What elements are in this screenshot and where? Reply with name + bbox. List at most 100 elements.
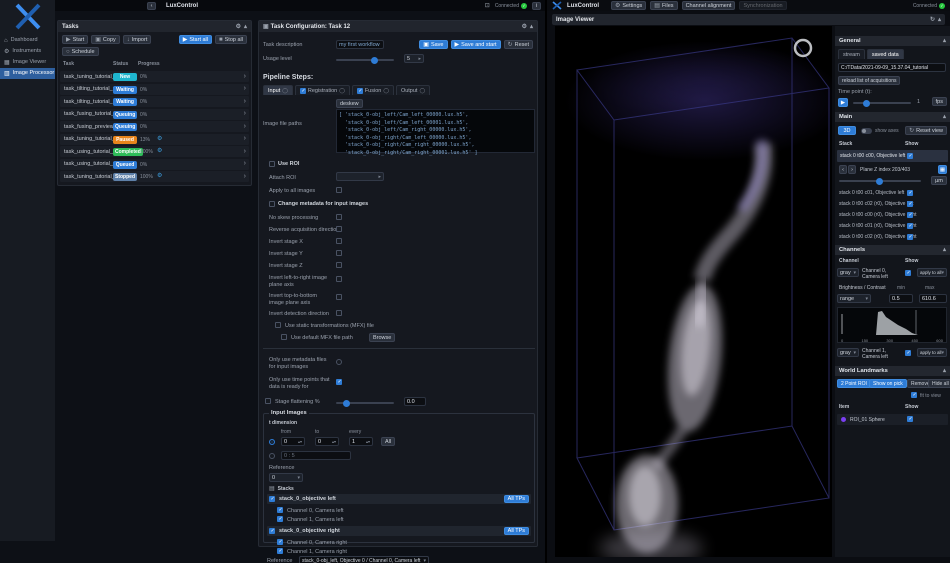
t-list-input[interactable]: 0 : 5 <box>281 451 351 460</box>
copy-button[interactable]: ▣Copy <box>91 35 120 44</box>
files-button[interactable]: ▤Files <box>650 1 677 10</box>
channel1-apply-select[interactable]: apply to all▾ <box>917 348 947 357</box>
show-checkbox[interactable] <box>907 212 913 218</box>
play-time-button[interactable]: ▶ <box>838 98 848 107</box>
fusion-checkbox[interactable] <box>357 88 363 94</box>
all-timepoints-button[interactable]: All <box>381 437 395 446</box>
attach-roi-select[interactable]: ▸ <box>336 172 384 181</box>
field-checkbox[interactable] <box>336 238 342 244</box>
show-checkbox[interactable] <box>907 223 913 229</box>
two-point-roi-button[interactable]: 2 Point ROI <box>837 379 871 388</box>
channels-section-header[interactable]: Channels▴ <box>835 245 950 255</box>
tab-registration[interactable]: Registration◯ <box>295 85 350 95</box>
stop-all-button[interactable]: ■Stop all <box>215 35 247 44</box>
max-input[interactable]: 610.6 <box>919 294 947 303</box>
task-gear-icon[interactable]: ⚙ <box>157 136 162 142</box>
stack-checkbox[interactable] <box>269 528 275 534</box>
collapse-icon[interactable]: ▴ <box>943 247 946 253</box>
plane-prev-button[interactable]: ‹ <box>839 165 847 174</box>
synchronization-button[interactable]: Synchronization <box>739 1 786 10</box>
chevron-right-icon[interactable]: › <box>244 173 246 180</box>
chevron-right-icon[interactable]: › <box>244 73 246 80</box>
table-row[interactable]: task_tilting_tutorial_reco...Waiting0%› <box>60 96 249 107</box>
refresh-icon[interactable]: ↻ <box>930 17 935 23</box>
time-slider[interactable] <box>853 102 911 104</box>
table-row[interactable]: task_tuning_tutorial_reco...New0%› <box>60 71 249 82</box>
stack-row[interactable]: stack 0 t00 c00 (r0), Objective right <box>837 210 948 220</box>
range-select[interactable]: range▾ <box>837 294 871 303</box>
landmark-row[interactable]: ROI_01 Sphere <box>837 414 948 425</box>
channel0-color-select[interactable]: gray▾ <box>837 268 859 277</box>
selected-stack-row[interactable]: stack 0 t00 c00, Objective left <box>837 150 948 162</box>
hide-all-button[interactable]: Hide all <box>928 379 950 388</box>
sidebar-item-image-processor[interactable]: ▥ Image Processor <box>0 68 55 79</box>
tab-output[interactable]: Output◯ <box>396 85 430 95</box>
plane-unit-button[interactable]: µm <box>931 176 947 185</box>
use-roi-checkbox[interactable] <box>269 161 275 167</box>
tab-saved-data[interactable]: saved data <box>867 49 904 59</box>
histogram[interactable]: 0 150 300 450 600 <box>837 307 947 343</box>
stack-group-row[interactable]: stack_0_objective right All TPs <box>267 526 531 536</box>
channel-alignment-button[interactable]: Channel alignment <box>682 1 736 10</box>
field-checkbox[interactable] <box>336 310 342 316</box>
show-checkbox[interactable] <box>907 416 913 422</box>
collapse-icon[interactable]: ▴ <box>530 24 533 30</box>
table-row[interactable]: task_fusing_tutorial_tre...Queuing0%› <box>60 109 249 120</box>
reference-select[interactable]: 0▾ <box>269 473 303 482</box>
only-timepoints-checkbox[interactable] <box>336 379 342 385</box>
sidebar-item-image-viewer[interactable]: ▦ Image Viewer <box>0 57 55 68</box>
task-gear-icon[interactable]: ⚙ <box>157 148 162 154</box>
show-checkbox[interactable] <box>905 350 911 356</box>
table-row[interactable]: task_fusing_previewQueuing0%› <box>60 121 249 132</box>
channel-checkbox[interactable] <box>277 507 283 513</box>
show-checkbox[interactable] <box>907 153 913 159</box>
stack-group-row[interactable]: stack_0_objective left All TPs <box>267 494 531 504</box>
collapse-icon[interactable]: ▴ <box>943 114 946 120</box>
field-checkbox[interactable] <box>336 214 342 220</box>
field-checkbox[interactable] <box>336 294 342 300</box>
channel0-apply-select[interactable]: apply to all▾ <box>917 268 947 277</box>
sidebar-item-dashboard[interactable]: ⌂ Dashboard <box>0 35 55 46</box>
plane-pick-button[interactable]: ▦ <box>938 165 947 174</box>
back-button[interactable]: ‹ <box>147 2 156 10</box>
acquisition-path-input[interactable]: C:/TData/2021-09-09_15.37.04_tutorial <box>838 63 946 72</box>
save-button[interactable]: ▣Save <box>419 40 447 49</box>
viewer-3d-canvas[interactable] <box>555 26 832 557</box>
share-icon[interactable]: ⊡ <box>485 3 490 9</box>
description-input[interactable]: my first workflow <box>336 40 384 49</box>
browse-button[interactable]: Browse <box>369 333 395 342</box>
start-all-button[interactable]: ▶Start all <box>179 35 212 44</box>
save-and-start-button[interactable]: ▶Save and start <box>451 40 501 49</box>
channel-checkbox[interactable] <box>277 539 283 545</box>
min-input[interactable]: 0.5 <box>889 294 913 303</box>
collapse-icon[interactable]: ▴ <box>943 38 946 44</box>
t-range-radio[interactable] <box>269 439 275 445</box>
table-row[interactable]: task_tuning_tutorial_rec_0Stopped100%⚙› <box>60 171 249 182</box>
table-row[interactable]: task_using_tutorial_rec_0Queued0%› <box>60 159 249 170</box>
metadata-section-checkbox[interactable] <box>269 201 275 207</box>
chevron-right-icon[interactable]: › <box>244 148 246 155</box>
show-checkbox[interactable] <box>907 201 913 207</box>
table-row[interactable]: task_tuning_tutorial_surf...Paused13%⚙› <box>60 134 249 145</box>
to-input[interactable]: 0▴▾ <box>315 437 339 446</box>
smoothing-value[interactable]: 0.0 <box>404 397 426 406</box>
collapse-icon[interactable]: ▴ <box>244 24 247 30</box>
chevron-right-icon[interactable]: › <box>244 160 246 167</box>
only-metadata-radio[interactable] <box>336 359 342 365</box>
chevron-right-icon[interactable]: › <box>244 110 246 117</box>
t-list-radio[interactable] <box>269 453 275 459</box>
every-input[interactable]: 1▴▾ <box>349 437 373 446</box>
deskew-button[interactable]: deskew <box>336 99 363 108</box>
chevron-right-icon[interactable]: › <box>244 135 246 142</box>
stack-row[interactable]: stack 0 t00 c02 (r0), Objective right <box>837 232 948 242</box>
collapse-icon[interactable]: ▴ <box>938 17 941 23</box>
plane-slider[interactable] <box>839 180 921 182</box>
field-checkbox[interactable] <box>336 276 342 282</box>
image-file-paths-code[interactable]: [ 'stack_0-obj_left/Cam_left_00000.lux.h… <box>336 109 535 153</box>
table-row[interactable]: task_tilting_tutorial_reco...Waiting0%› <box>60 84 249 95</box>
view-3d-button[interactable]: 3D <box>838 126 856 135</box>
static-file-checkbox[interactable] <box>275 322 281 328</box>
tab-input[interactable]: Input◯ <box>263 85 293 95</box>
stack-checkbox[interactable] <box>269 496 275 502</box>
table-row[interactable]: task_using_tutorial_rec_01Completed100%⚙… <box>60 146 249 157</box>
